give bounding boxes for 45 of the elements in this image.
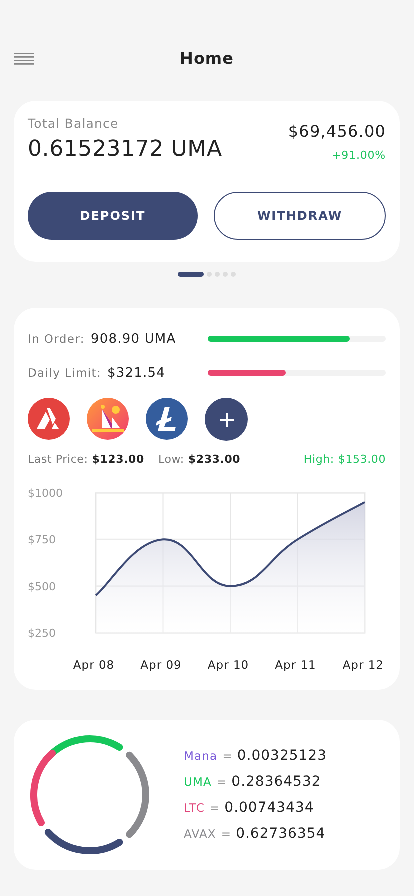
holding-value: 0.62736354	[236, 826, 326, 842]
equals-sign: =	[222, 749, 232, 763]
axis-label: $750	[28, 534, 56, 547]
axis-label: $1000	[28, 487, 63, 500]
limit-value: $321.54	[108, 366, 166, 380]
equals-sign: =	[217, 775, 227, 789]
axis-label: Apr 09	[140, 658, 182, 672]
stat-label: Last Price:	[28, 453, 88, 466]
holding-label: UMA	[184, 775, 212, 789]
menu-icon[interactable]	[14, 53, 34, 65]
equals-sign: =	[210, 801, 220, 815]
axis-label: Apr 08	[73, 658, 115, 672]
change-percent: +91.00%	[332, 149, 386, 162]
stat-label: Low:	[158, 453, 184, 466]
holding-value: 0.00325123	[237, 748, 327, 764]
holding-value: 0.28364532	[232, 774, 322, 790]
triangle-coin-icon[interactable]	[28, 398, 70, 440]
axis-label: $500	[28, 580, 56, 594]
axis-label: $250	[28, 627, 56, 640]
stat-value: $123.00	[92, 453, 144, 466]
withdraw-button[interactable]: WITHDRAW	[214, 192, 386, 240]
holding-value: 0.00743434	[224, 800, 314, 816]
page-title: Home	[180, 49, 234, 68]
sailboat-coin-icon[interactable]	[87, 398, 129, 440]
holding-label: LTC	[184, 801, 206, 815]
letter-coin-icon[interactable]	[146, 398, 188, 440]
page-indicator[interactable]	[178, 272, 204, 277]
axis-label: Apr 10	[208, 658, 250, 672]
balance-amount: 0.61523172 UMA	[28, 137, 222, 162]
stat-label: High:	[304, 453, 334, 466]
holding-label: AVAX	[184, 827, 216, 841]
limit-label: Daily Limit:	[28, 366, 102, 380]
equals-sign: =	[221, 827, 232, 841]
plus-icon	[218, 412, 234, 428]
balance-label: Total Balance	[28, 116, 120, 131]
stat-value: $153.00	[338, 453, 386, 466]
axis-label: Apr 12	[342, 658, 384, 672]
deposit-button[interactable]: DEPOSIT	[28, 192, 198, 240]
limit-value: 908.90 UMA	[91, 332, 176, 346]
fiat-value: $69,456.00	[288, 122, 386, 141]
axis-label: Apr 11	[275, 658, 316, 672]
limit-label: In Order:	[28, 332, 85, 346]
add-button[interactable]	[205, 398, 248, 441]
stat-value: $233.00	[188, 453, 241, 466]
holding-label: Mana	[184, 749, 218, 763]
